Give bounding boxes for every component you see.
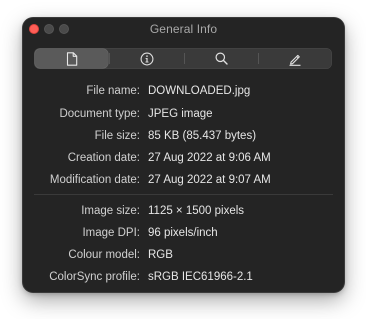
modification-date-row: Modification date: 27 Aug 2022 at 9:07 A… [23, 171, 344, 189]
window-title: General Info [149, 22, 218, 36]
tab-general-info[interactable] [35, 49, 109, 68]
general-info-window: General Info File name: DOWNLOADED.jpg D… [23, 18, 344, 292]
modification-date-label: Modification date: [49, 174, 140, 186]
image-dpi-row: Image DPI: 96 pixels/inch [23, 224, 344, 242]
document-type-row: Document type: JPEG image [23, 105, 344, 123]
tab-more-info[interactable] [110, 48, 183, 69]
colour-model-row: Colour model: RGB [23, 246, 344, 264]
file-name-row: File name: DOWNLOADED.jpg [23, 82, 344, 100]
colorsync-profile-row: ColorSync profile: sRGB IEC61966-2.1 [23, 268, 344, 286]
modification-date-value: 27 Aug 2022 at 9:07 AM [148, 174, 271, 186]
file-size-label: File size: [94, 130, 140, 142]
colour-model-value: RGB [148, 249, 173, 261]
document-icon [66, 51, 77, 66]
file-size-value: 85 KB (85.437 bytes) [148, 130, 257, 142]
pencil-icon [289, 54, 301, 66]
document-type-label: Document type: [59, 108, 140, 120]
inspector-tab-control [34, 48, 332, 69]
section-divider [34, 194, 333, 195]
image-size-value: 1125 × 1500 pixels [148, 205, 245, 217]
colorsync-profile-label: ColorSync profile: [49, 271, 140, 283]
colorsync-profile-value: sRGB IEC61966-2.1 [148, 271, 253, 283]
file-size-row: File size: 85 KB (85.437 bytes) [23, 127, 344, 145]
document-type-value: JPEG image [148, 108, 213, 120]
file-name-value: DOWNLOADED.jpg [148, 85, 251, 97]
image-size-label: Image size: [81, 205, 140, 217]
search-icon [215, 52, 228, 65]
title-bar[interactable]: General Info [23, 18, 344, 40]
file-name-label: File name: [86, 85, 140, 97]
colour-model-label: Colour model: [68, 249, 140, 261]
tab-annotations[interactable] [259, 48, 332, 69]
tab-keywords[interactable] [185, 48, 258, 69]
info-icon [140, 52, 154, 65]
creation-date-label: Creation date: [67, 152, 140, 164]
creation-date-row: Creation date: 27 Aug 2022 at 9:06 AM [23, 149, 344, 167]
creation-date-value: 27 Aug 2022 at 9:06 AM [148, 152, 271, 164]
image-size-row: Image size: 1125 × 1500 pixels [23, 202, 344, 220]
image-dpi-label: Image DPI: [82, 227, 140, 239]
image-dpi-value: 96 pixels/inch [148, 227, 218, 239]
